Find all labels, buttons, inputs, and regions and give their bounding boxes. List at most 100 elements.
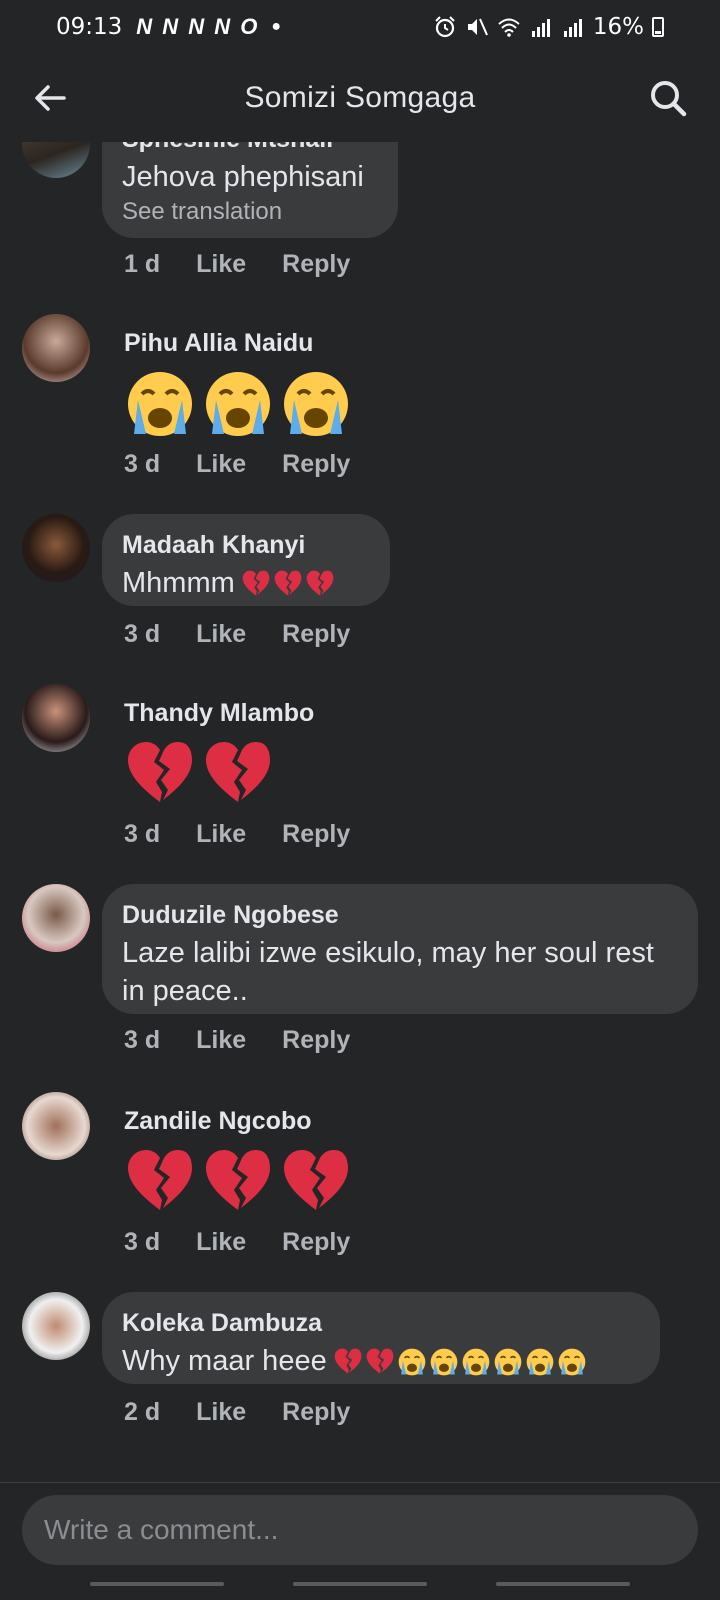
broken-heart-icon: [241, 569, 271, 599]
comment-text-line: Mhmmm: [122, 564, 370, 602]
comment-body: Pihu Allia Naidu: [124, 328, 352, 440]
comment-actions: 3 d Like Reply: [124, 820, 350, 849]
avatar[interactable]: [22, 142, 90, 178]
broken-heart-icon: [280, 1146, 352, 1218]
comment-time: 3 d: [124, 450, 161, 478]
comment-time: 2 d: [124, 1398, 161, 1426]
comment-bubble[interactable]: Sphesihle Mtshali Jehova phephisani See …: [102, 142, 398, 238]
comment-time: 3 d: [124, 1228, 161, 1256]
battery-icon: [652, 17, 664, 37]
comment-bubble[interactable]: Madaah Khanyi Mhmmm: [102, 514, 390, 606]
crying-face-icon: [397, 1347, 427, 1377]
crying-face-icon: [202, 368, 274, 440]
page-title: Somizi Somgaga: [244, 81, 476, 114]
wifi-icon: [498, 18, 520, 37]
like-button[interactable]: Like: [196, 1228, 246, 1257]
avatar[interactable]: [22, 314, 90, 382]
mute-icon: [467, 18, 488, 36]
crying-face-icon: [525, 1347, 555, 1377]
emoji-row: [124, 368, 352, 440]
comment-composer: [0, 1482, 720, 1566]
reply-button[interactable]: Reply: [282, 250, 350, 279]
comment-actions: 1 d Like Reply: [124, 250, 350, 279]
alarm-icon: [435, 16, 455, 38]
comments-list: Sphesihle Mtshali Jehova phephisani See …: [0, 142, 720, 1482]
avatar[interactable]: [22, 884, 90, 952]
broken-heart-icon: [202, 738, 274, 810]
broken-heart-icon: [202, 1146, 274, 1218]
reply-button[interactable]: Reply: [282, 1026, 350, 1055]
signal-icon-2: [563, 19, 582, 37]
like-button[interactable]: Like: [196, 620, 246, 649]
signal-icon-1: [531, 19, 550, 37]
crying-face-icon: [124, 368, 196, 440]
back-arrow-icon[interactable]: [28, 76, 72, 120]
comment-actions: 2 d Like Reply: [124, 1398, 350, 1427]
comment-time: 1 d: [124, 250, 161, 278]
comment-text-line: Why maar heee: [122, 1342, 640, 1380]
like-button[interactable]: Like: [196, 1026, 246, 1055]
crying-face-icon: [429, 1347, 459, 1377]
comment-input[interactable]: [22, 1495, 698, 1565]
reply-button[interactable]: Reply: [282, 450, 350, 479]
comment-actions: 3 d Like Reply: [124, 450, 350, 479]
comment-actions: 3 d Like Reply: [124, 1026, 350, 1055]
nav-home-handle[interactable]: [293, 1582, 427, 1586]
comment-author[interactable]: Thandy Mlambo: [124, 698, 314, 728]
like-button[interactable]: Like: [196, 250, 246, 279]
comment-author[interactable]: Pihu Allia Naidu: [124, 328, 352, 358]
comment-actions: 3 d Like Reply: [124, 620, 350, 649]
emoji-row: [124, 738, 314, 810]
broken-heart-icon: [305, 569, 335, 599]
search-icon[interactable]: [646, 76, 690, 120]
comment-bubble[interactable]: Duduzile Ngobese Laze lalibi izwe esikul…: [102, 884, 698, 1014]
avatar[interactable]: [22, 1092, 90, 1160]
broken-heart-icon: [333, 1347, 363, 1377]
inline-emojis: [241, 569, 335, 599]
crying-face-icon: [557, 1347, 587, 1377]
comment-author[interactable]: Sphesihle Mtshali: [122, 142, 378, 154]
comment-author[interactable]: Zandile Ngcobo: [124, 1106, 352, 1136]
comment-body: Zandile Ngcobo: [124, 1106, 352, 1218]
comment-author[interactable]: Madaah Khanyi: [122, 530, 370, 560]
comment-text: Mhmmm: [122, 567, 235, 599]
top-app-bar: Somizi Somgaga: [0, 54, 720, 142]
comment-author[interactable]: Koleka Dambuza: [122, 1308, 640, 1338]
like-button[interactable]: Like: [196, 450, 246, 479]
emoji-row: [124, 1146, 352, 1218]
more-notifications-dot: ●: [271, 18, 282, 35]
nav-recents-handle[interactable]: [90, 1582, 224, 1586]
avatar[interactable]: [22, 1292, 90, 1360]
comment-time: 3 d: [124, 820, 161, 848]
broken-heart-icon: [124, 1146, 196, 1218]
notification-icons: N N N N O: [136, 14, 260, 39]
system-nav-bar: [0, 1566, 720, 1600]
reply-button[interactable]: Reply: [282, 820, 350, 849]
comment-actions: 3 d Like Reply: [124, 1228, 350, 1257]
broken-heart-icon: [365, 1347, 395, 1377]
comment-bubble[interactable]: Koleka Dambuza Why maar heee: [102, 1292, 660, 1384]
inline-emojis: [333, 1347, 587, 1377]
battery-percent: 16%: [592, 14, 644, 40]
like-button[interactable]: Like: [196, 1398, 246, 1427]
broken-heart-icon: [273, 569, 303, 599]
reply-button[interactable]: Reply: [282, 1398, 350, 1427]
crying-face-icon: [493, 1347, 523, 1377]
reply-button[interactable]: Reply: [282, 620, 350, 649]
like-button[interactable]: Like: [196, 820, 246, 849]
comment-text: Why maar heee: [122, 1345, 327, 1377]
reply-button[interactable]: Reply: [282, 1228, 350, 1257]
broken-heart-icon: [124, 738, 196, 810]
comment-text: Jehova phephisani: [122, 161, 364, 193]
comment-time: 3 d: [124, 620, 161, 648]
nav-back-handle[interactable]: [496, 1582, 630, 1586]
comment-text-continued: in peace..: [122, 975, 248, 1007]
see-translation-link[interactable]: See translation: [122, 198, 378, 226]
status-bar: 09:13 N N N N O ● 16%: [0, 0, 720, 54]
status-time: 09:13: [56, 14, 123, 40]
comment-text: Laze lalibi izwe esikulo, may her soul r…: [122, 937, 654, 969]
avatar[interactable]: [22, 684, 90, 752]
comment-author[interactable]: Duduzile Ngobese: [122, 900, 678, 930]
avatar[interactable]: [22, 514, 90, 582]
comment-time: 3 d: [124, 1026, 161, 1054]
